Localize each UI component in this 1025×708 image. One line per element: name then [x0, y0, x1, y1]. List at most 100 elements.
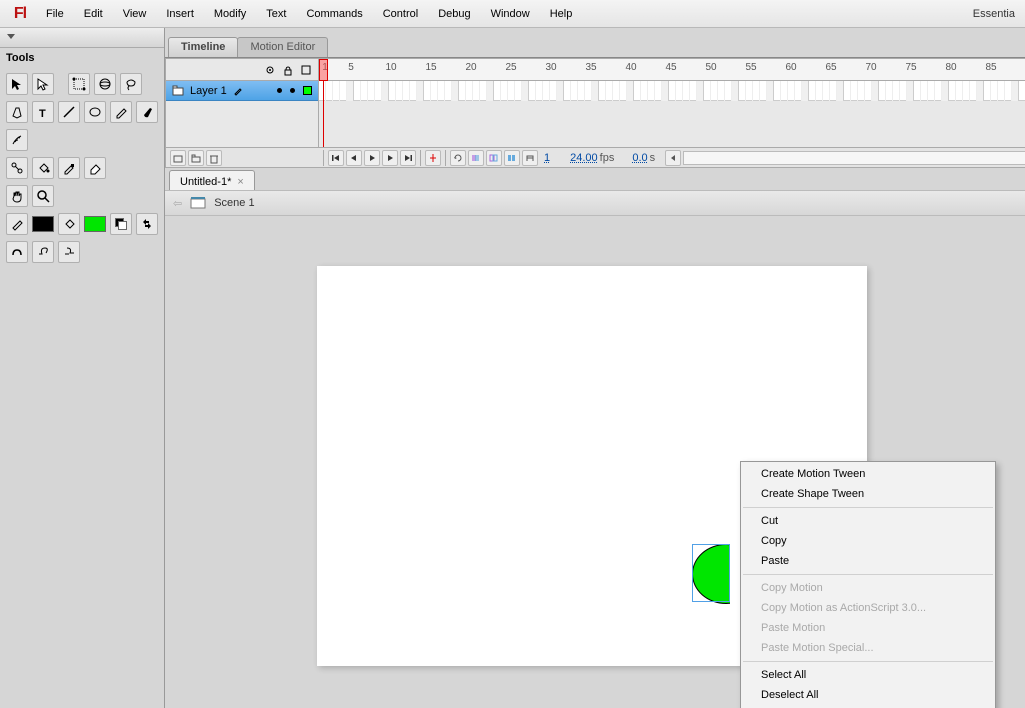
frame-cell[interactable]	[368, 81, 375, 101]
frame-cell[interactable]	[711, 81, 718, 101]
snap-to-objects[interactable]	[6, 241, 28, 263]
lasso-tool[interactable]	[120, 73, 142, 95]
frame-cell[interactable]	[858, 81, 865, 101]
scroll-left[interactable]	[665, 150, 681, 166]
line-tool[interactable]	[58, 101, 80, 123]
visibility-column-icon[interactable]	[264, 64, 276, 76]
new-folder-button[interactable]	[188, 150, 204, 166]
frame-cell[interactable]	[375, 81, 382, 101]
eraser-tool[interactable]	[84, 157, 106, 179]
frame-cell[interactable]	[977, 81, 984, 101]
frame-cell[interactable]	[361, 81, 368, 101]
frame-cell[interactable]	[431, 81, 438, 101]
frame-cell[interactable]	[347, 81, 354, 101]
menu-modify[interactable]: Modify	[204, 4, 256, 24]
menu-commands[interactable]: Commands	[296, 4, 372, 24]
selected-shape[interactable]	[692, 544, 734, 604]
frame-cell[interactable]	[991, 81, 998, 101]
hand-tool[interactable]	[6, 185, 28, 207]
loop-toggle[interactable]	[450, 150, 466, 166]
frame-cell[interactable]	[879, 81, 886, 101]
frame-cell[interactable]	[928, 81, 935, 101]
rectangle-tool[interactable]	[84, 101, 106, 123]
smooth-option[interactable]	[32, 241, 54, 263]
pen-tool[interactable]	[6, 101, 28, 123]
frame-cell[interactable]	[326, 81, 333, 101]
frame-cell[interactable]	[935, 81, 942, 101]
fill-color-swatch[interactable]	[84, 216, 106, 232]
close-tab-icon[interactable]: ×	[237, 176, 243, 188]
frame-cell[interactable]	[648, 81, 655, 101]
zoom-tool[interactable]	[32, 185, 54, 207]
frame-cell[interactable]	[522, 81, 529, 101]
frame-cell[interactable]	[774, 81, 781, 101]
frame-cell[interactable]	[403, 81, 410, 101]
frame-cell[interactable]	[445, 81, 452, 101]
frame-cell[interactable]	[795, 81, 802, 101]
3d-rotation-tool[interactable]	[94, 73, 116, 95]
frame-cell[interactable]	[662, 81, 669, 101]
layer-row[interactable]: Layer 1	[166, 81, 318, 101]
frame-cell[interactable]	[816, 81, 823, 101]
frame-cell[interactable]	[767, 81, 774, 101]
frame-cell[interactable]	[753, 81, 760, 101]
frame-cell[interactable]	[830, 81, 837, 101]
scene-name[interactable]: Scene 1	[214, 197, 254, 209]
frame-cell[interactable]	[746, 81, 753, 101]
frame-cell[interactable]	[424, 81, 431, 101]
frame-cell[interactable]	[844, 81, 851, 101]
frame-cell[interactable]	[452, 81, 459, 101]
frame-cell[interactable]	[466, 81, 473, 101]
frame-cell[interactable]	[963, 81, 970, 101]
frame-cell[interactable]	[585, 81, 592, 101]
bone-tool[interactable]	[6, 157, 28, 179]
goto-last-frame[interactable]	[400, 150, 416, 166]
playhead[interactable]	[319, 59, 328, 81]
frame-cell[interactable]	[389, 81, 396, 101]
frame-strip[interactable]	[319, 81, 1025, 101]
eyedropper-tool[interactable]	[58, 157, 80, 179]
ctx-copy[interactable]: Copy	[741, 531, 995, 551]
frame-cell[interactable]	[809, 81, 816, 101]
frame-cell[interactable]	[984, 81, 991, 101]
text-tool[interactable]: T	[32, 101, 54, 123]
onion-skin-outlines[interactable]	[486, 150, 502, 166]
lock-dot[interactable]	[290, 88, 295, 93]
frame-cell[interactable]	[536, 81, 543, 101]
center-frame[interactable]	[425, 150, 441, 166]
frame-cell[interactable]	[872, 81, 879, 101]
frame-cell[interactable]	[788, 81, 795, 101]
timeline-ruler[interactable]: 1510152025303540455055606570758085	[319, 59, 1025, 81]
menu-help[interactable]: Help	[540, 4, 583, 24]
frame-cell[interactable]	[459, 81, 466, 101]
frame-cell[interactable]	[396, 81, 403, 101]
frame-cell[interactable]	[900, 81, 907, 101]
frame-cell[interactable]	[732, 81, 739, 101]
frame-cell[interactable]	[515, 81, 522, 101]
new-layer-button[interactable]	[170, 150, 186, 166]
stage-area[interactable]: Create Motion Tween Create Shape Tween C…	[165, 216, 1025, 708]
frame-cell[interactable]	[501, 81, 508, 101]
frame-cell[interactable]	[564, 81, 571, 101]
frame-cell[interactable]	[1005, 81, 1012, 101]
frame-cell[interactable]	[655, 81, 662, 101]
frame-cell[interactable]	[340, 81, 347, 101]
stroke-color-swatch[interactable]	[32, 216, 54, 232]
menu-view[interactable]: View	[113, 4, 157, 24]
frame-cell[interactable]	[438, 81, 445, 101]
frame-cell[interactable]	[683, 81, 690, 101]
frame-cell[interactable]	[914, 81, 921, 101]
menu-file[interactable]: File	[36, 4, 74, 24]
edit-multiple-frames[interactable]	[504, 150, 520, 166]
frame-cell[interactable]	[970, 81, 977, 101]
straighten-option[interactable]	[58, 241, 80, 263]
selection-tool[interactable]	[6, 73, 28, 95]
swap-colors[interactable]	[136, 213, 158, 235]
frame-cell[interactable]	[641, 81, 648, 101]
frame-cell[interactable]	[543, 81, 550, 101]
menu-control[interactable]: Control	[373, 4, 428, 24]
frame-cell[interactable]	[823, 81, 830, 101]
tools-panel-collapse-bar[interactable]	[0, 28, 164, 48]
onion-skin[interactable]	[468, 150, 484, 166]
frame-cell[interactable]	[802, 81, 809, 101]
